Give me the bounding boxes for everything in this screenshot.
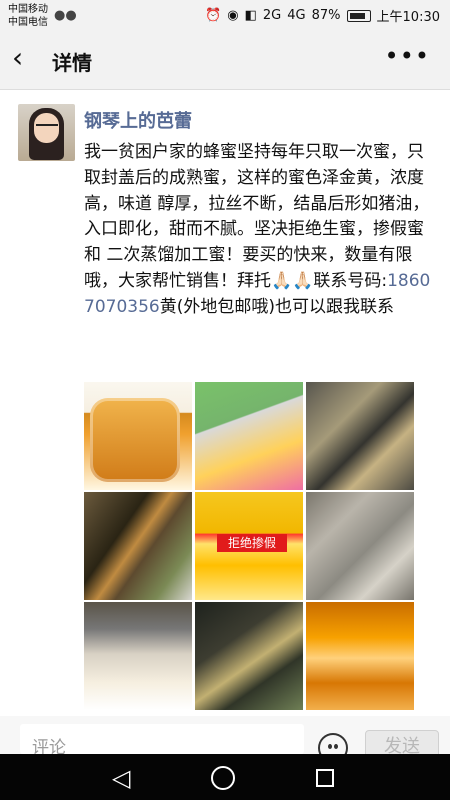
signal-4g-icon: 4G [287,8,306,23]
honey-jar [90,398,180,482]
battery-icon [346,9,371,22]
square-recent-icon[interactable] [316,769,334,787]
comb-frame-photo[interactable] [306,492,414,600]
honeycomb-frame-photo[interactable] [84,602,192,710]
signal-2g-icon: 2G [262,8,282,23]
post-text: 我一贫困户家的蜂蜜坚持每年只取一次蜜，只取封盖后的成熟蜜，这样的蜜色泽金黄，浓度… [84,140,434,321]
author-name[interactable]: 钢琴上的芭蕾 [84,107,192,133]
comment-bar: 评论 发送 [0,716,450,764]
post-text-tail: 黄(外地包邮哦)也可以跟我联系 [159,296,394,317]
page-title: 详情 [52,51,92,75]
status-bar: 中国移动 中国电信 ●● ⏰ ◉ ◧ 2G 4G 87% 上午10:30 [0,0,450,30]
status-icons: ⏰ ◉ ◧ 2G 4G 87% 上午10:30 [205,6,440,25]
eye-icon: ◉ [227,8,239,23]
honeycomb-photo[interactable] [306,382,414,490]
wechat-icon: ●● [54,8,77,23]
beekeeping-photo[interactable] [84,492,192,600]
alarm-icon: ⏰ [205,8,222,23]
comment-input[interactable]: 评论 [20,724,304,758]
dark-honeycomb-photo[interactable] [195,602,303,710]
post-text-main: 我一贫困户家的蜂蜜坚持每年只取一次蜜，只取封盖后的成熟蜜，这样的蜜色泽金黄，浓度… [84,142,430,291]
android-navigation-bar: ◁ [0,754,450,800]
vibrate-icon: ◧ [244,8,257,23]
carrier-2: 中国电信 [8,17,48,28]
triangle-back-icon[interactable]: ◁ [112,766,130,790]
more-icon[interactable]: ••• [385,42,430,70]
golden-honey-photo[interactable] [306,602,414,710]
post-detail: 钢琴上的芭蕾 我一贫困户家的蜂蜜坚持每年只取一次蜜，只取封盖后的成熟蜜，这样的蜜… [0,90,450,710]
honey-bottles-photo[interactable]: 拒绝掺假 [195,492,303,600]
honey-jar-photo[interactable] [84,382,192,490]
top-navigation: ‹ 详情 ••• [0,30,450,90]
back-icon[interactable]: ‹ [12,44,23,72]
avatar[interactable] [18,104,75,161]
reject-adulteration-label: 拒绝掺假 [217,534,287,552]
circle-home-icon[interactable] [211,766,235,790]
avatar-glasses [36,124,58,129]
battery-percent: 87% [311,8,341,23]
carrier-info: 中国移动 中国电信 [8,3,48,29]
market-photo[interactable] [195,382,303,490]
carrier-1: 中国移动 [8,4,48,15]
status-time: 上午10:30 [376,10,440,25]
photo-grid: 拒绝掺假 [84,382,414,711]
